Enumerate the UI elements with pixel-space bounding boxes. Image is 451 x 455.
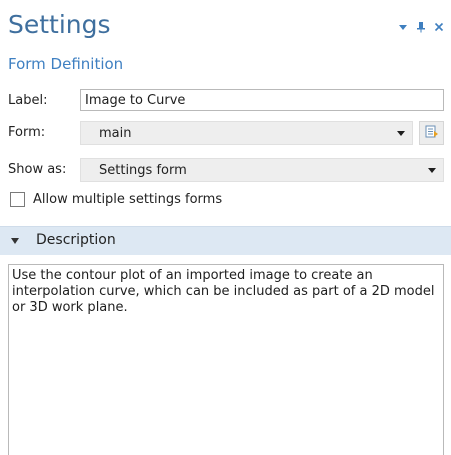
- close-icon[interactable]: [432, 20, 446, 34]
- form-field-label: Form:: [8, 125, 46, 140]
- page-subtitle: Form Definition: [8, 55, 124, 73]
- allow-multiple-forms-checkbox[interactable]: [10, 192, 25, 207]
- label-field-label: Label:: [8, 93, 48, 108]
- page-title: Settings: [8, 10, 111, 39]
- dropdown-icon[interactable]: [396, 20, 410, 34]
- chevron-down-icon: [397, 131, 405, 136]
- allow-multiple-forms-row: Allow multiple settings forms: [0, 190, 451, 212]
- show-as-row: Show as: Settings form: [0, 158, 451, 182]
- pin-icon[interactable]: [414, 20, 428, 34]
- form-select-value: main: [99, 126, 132, 141]
- chevron-down-icon: [428, 168, 436, 173]
- show-as-field-label: Show as:: [8, 162, 67, 177]
- form-select[interactable]: main: [80, 121, 413, 145]
- description-section-header[interactable]: Description: [0, 226, 451, 255]
- update-list-icon: [425, 124, 439, 143]
- settings-header: Settings Form Definition: [0, 0, 451, 82]
- show-as-select-value: Settings form: [99, 163, 187, 178]
- allow-multiple-forms-label[interactable]: Allow multiple settings forms: [33, 192, 222, 208]
- show-as-select[interactable]: Settings form: [80, 158, 444, 182]
- caret-down-icon: [11, 238, 19, 244]
- form-row: Form: main: [0, 121, 451, 145]
- label-input[interactable]: [80, 89, 444, 111]
- description-textarea[interactable]: Use the contour plot of an imported imag…: [8, 264, 444, 455]
- label-row: Label:: [0, 89, 451, 113]
- window-controls: [396, 19, 446, 35]
- form-action-button[interactable]: [419, 121, 444, 145]
- description-section-title: Description: [36, 232, 116, 248]
